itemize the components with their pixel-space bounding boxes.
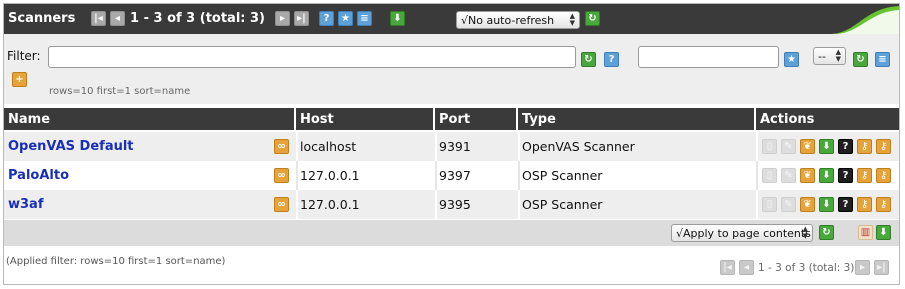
clone-sheep-icon[interactable]: ❦ xyxy=(800,139,815,154)
scanner-name-link[interactable]: PaloAlto xyxy=(8,168,69,183)
apply-to-select[interactable]: √Apply to page contents ▲ ▼ xyxy=(671,224,813,242)
filter-note: rows=10 first=1 sort=name xyxy=(49,86,191,97)
column-header-port[interactable]: Port xyxy=(435,108,518,130)
load-filter-refresh-icon[interactable]: ↻ xyxy=(853,52,868,67)
next-page-icon[interactable]: ▸ xyxy=(855,260,870,275)
export-download-icon[interactable]: ⬇ xyxy=(390,11,405,26)
scanner-host-cell: 127.0.0.1 xyxy=(300,168,360,183)
bulk-action-bar: √Apply to page contents ▲ ▼ ↻ ▥ ⬇ xyxy=(4,220,899,246)
bulk-delete-trash-icon[interactable]: ▥ xyxy=(858,225,873,240)
scanner-port-cell: 9397 xyxy=(439,168,471,183)
edit-disabled-icon: ✎ xyxy=(781,139,796,154)
scanner-type-cell: OSP Scanner xyxy=(522,197,603,212)
select-arrows-icon: ▲ ▼ xyxy=(835,48,841,63)
save-filter-name-input[interactable] xyxy=(638,46,779,68)
details-glasses-icon[interactable]: ∞ xyxy=(274,168,289,183)
table-row: OpenVAS Default ∞ localhost 9391 OpenVAS… xyxy=(4,132,899,161)
verify-icon[interactable]: ? xyxy=(838,168,853,183)
refresh-icon[interactable]: ↻ xyxy=(585,11,600,26)
download-key-icon[interactable]: ⚷ xyxy=(876,139,891,154)
apply-filter-refresh-icon[interactable]: ↻ xyxy=(581,52,596,67)
first-page-icon[interactable]: |◂ xyxy=(91,11,106,26)
delete-disabled-icon: ▯ xyxy=(762,197,777,212)
previous-page-icon[interactable]: ◂ xyxy=(739,260,754,275)
details-glasses-icon[interactable]: ∞ xyxy=(274,139,289,154)
filter-help-icon[interactable]: ? xyxy=(604,52,619,67)
download-key-icon[interactable]: ⚷ xyxy=(876,168,891,183)
bulk-export-icon[interactable]: ⬇ xyxy=(876,225,891,240)
section-header: Scanners |◂ ◂ 1 - 3 of 3 (total: 3) ▸ ▸|… xyxy=(4,4,899,34)
scanner-name-cell: PaloAlto xyxy=(4,161,69,190)
verify-icon[interactable]: ? xyxy=(838,139,853,154)
next-page-icon[interactable]: ▸ xyxy=(275,11,290,26)
scanner-name-link[interactable]: w3af xyxy=(8,197,43,212)
delete-disabled-icon: ▯ xyxy=(762,139,777,154)
details-glasses-icon[interactable]: ∞ xyxy=(274,197,289,212)
download-certificate-key-icon[interactable]: ⚷ xyxy=(857,139,872,154)
filter-list-icon[interactable]: ≡ xyxy=(875,52,890,67)
new-scanner-star-icon[interactable]: ★ xyxy=(338,11,353,26)
list-icon[interactable]: ≡ xyxy=(357,11,372,26)
scanner-host-cell: localhost xyxy=(300,139,357,154)
export-icon[interactable]: ⬇ xyxy=(819,168,834,183)
saved-filter-select-label: -- xyxy=(818,49,826,63)
column-header-host[interactable]: Host xyxy=(296,108,435,130)
clone-sheep-icon[interactable]: ❦ xyxy=(800,197,815,212)
select-arrows-icon: ▲ ▼ xyxy=(802,225,808,240)
scanner-port-cell: 9391 xyxy=(439,139,471,154)
edit-disabled-icon: ✎ xyxy=(781,168,796,183)
last-page-icon[interactable]: ▸| xyxy=(874,260,889,275)
bulk-refresh-icon[interactable]: ↻ xyxy=(819,225,834,240)
pagination-count-bottom: 1 - 3 of 3 (total: 3) xyxy=(758,262,855,274)
applied-filter-text: (Applied filter: rows=10 first=1 sort=na… xyxy=(6,256,226,267)
download-certificate-key-icon[interactable]: ⚷ xyxy=(857,168,872,183)
select-arrows-icon: ▲ ▼ xyxy=(569,12,575,27)
filter-input[interactable] xyxy=(48,46,576,68)
apply-to-select-label: √Apply to page contents xyxy=(676,226,811,240)
header-wave-decoration xyxy=(829,6,899,34)
scanners-panel: Scanners |◂ ◂ 1 - 3 of 3 (total: 3) ▸ ▸|… xyxy=(3,3,900,285)
filter-label: Filter: xyxy=(7,49,41,63)
last-page-icon[interactable]: ▸| xyxy=(294,11,309,26)
scanner-name-cell: w3af xyxy=(4,190,43,219)
edit-disabled-icon: ✎ xyxy=(781,197,796,212)
auto-refresh-select-label: √No auto-refresh xyxy=(461,13,555,27)
table-row: w3af ∞ 127.0.0.1 9395 OSP Scanner ▯ ✎ ❦ … xyxy=(4,190,899,219)
saved-filter-select[interactable]: -- ▲ ▼ xyxy=(813,47,846,65)
export-icon[interactable]: ⬇ xyxy=(819,197,834,212)
column-header-type[interactable]: Type xyxy=(518,108,756,130)
clone-sheep-icon[interactable]: ❦ xyxy=(800,168,815,183)
save-filter-star-icon[interactable]: ★ xyxy=(784,52,799,67)
column-divider xyxy=(756,190,758,219)
scanner-host-cell: 127.0.0.1 xyxy=(300,197,360,212)
scanner-port-cell: 9395 xyxy=(439,197,471,212)
download-key-icon[interactable]: ⚷ xyxy=(876,197,891,212)
scanner-name-link[interactable]: OpenVAS Default xyxy=(8,139,134,154)
verify-icon[interactable]: ? xyxy=(838,197,853,212)
scanner-type-cell: OSP Scanner xyxy=(522,168,603,183)
page-title: Scanners xyxy=(8,11,76,26)
column-divider xyxy=(756,132,758,161)
column-divider xyxy=(756,161,758,190)
table-header: Name Host Port Type Actions xyxy=(4,108,899,130)
delete-disabled-icon: ▯ xyxy=(762,168,777,183)
pagination-count: 1 - 3 of 3 (total: 3) xyxy=(130,11,265,26)
scanner-name-cell: OpenVAS Default xyxy=(4,132,134,161)
export-icon[interactable]: ⬇ xyxy=(819,139,834,154)
column-header-actions: Actions xyxy=(760,111,815,127)
first-page-icon[interactable]: |◂ xyxy=(720,260,735,275)
column-header-name[interactable]: Name xyxy=(4,108,296,130)
previous-page-icon[interactable]: ◂ xyxy=(110,11,125,26)
scanner-type-cell: OpenVAS Scanner xyxy=(522,139,635,154)
auto-refresh-select[interactable]: √No auto-refresh ▲ ▼ xyxy=(456,11,580,29)
download-certificate-key-icon[interactable]: ⚷ xyxy=(857,197,872,212)
table-row: PaloAlto ∞ 127.0.0.1 9397 OSP Scanner ▯ … xyxy=(4,161,899,190)
help-icon[interactable]: ? xyxy=(319,11,334,26)
new-filter-folder-icon[interactable]: + xyxy=(12,72,27,87)
filter-panel: Filter: ↻ ? ★ -- ▲ ▼ ↻ ≡ + rows=10 first=… xyxy=(4,34,899,104)
